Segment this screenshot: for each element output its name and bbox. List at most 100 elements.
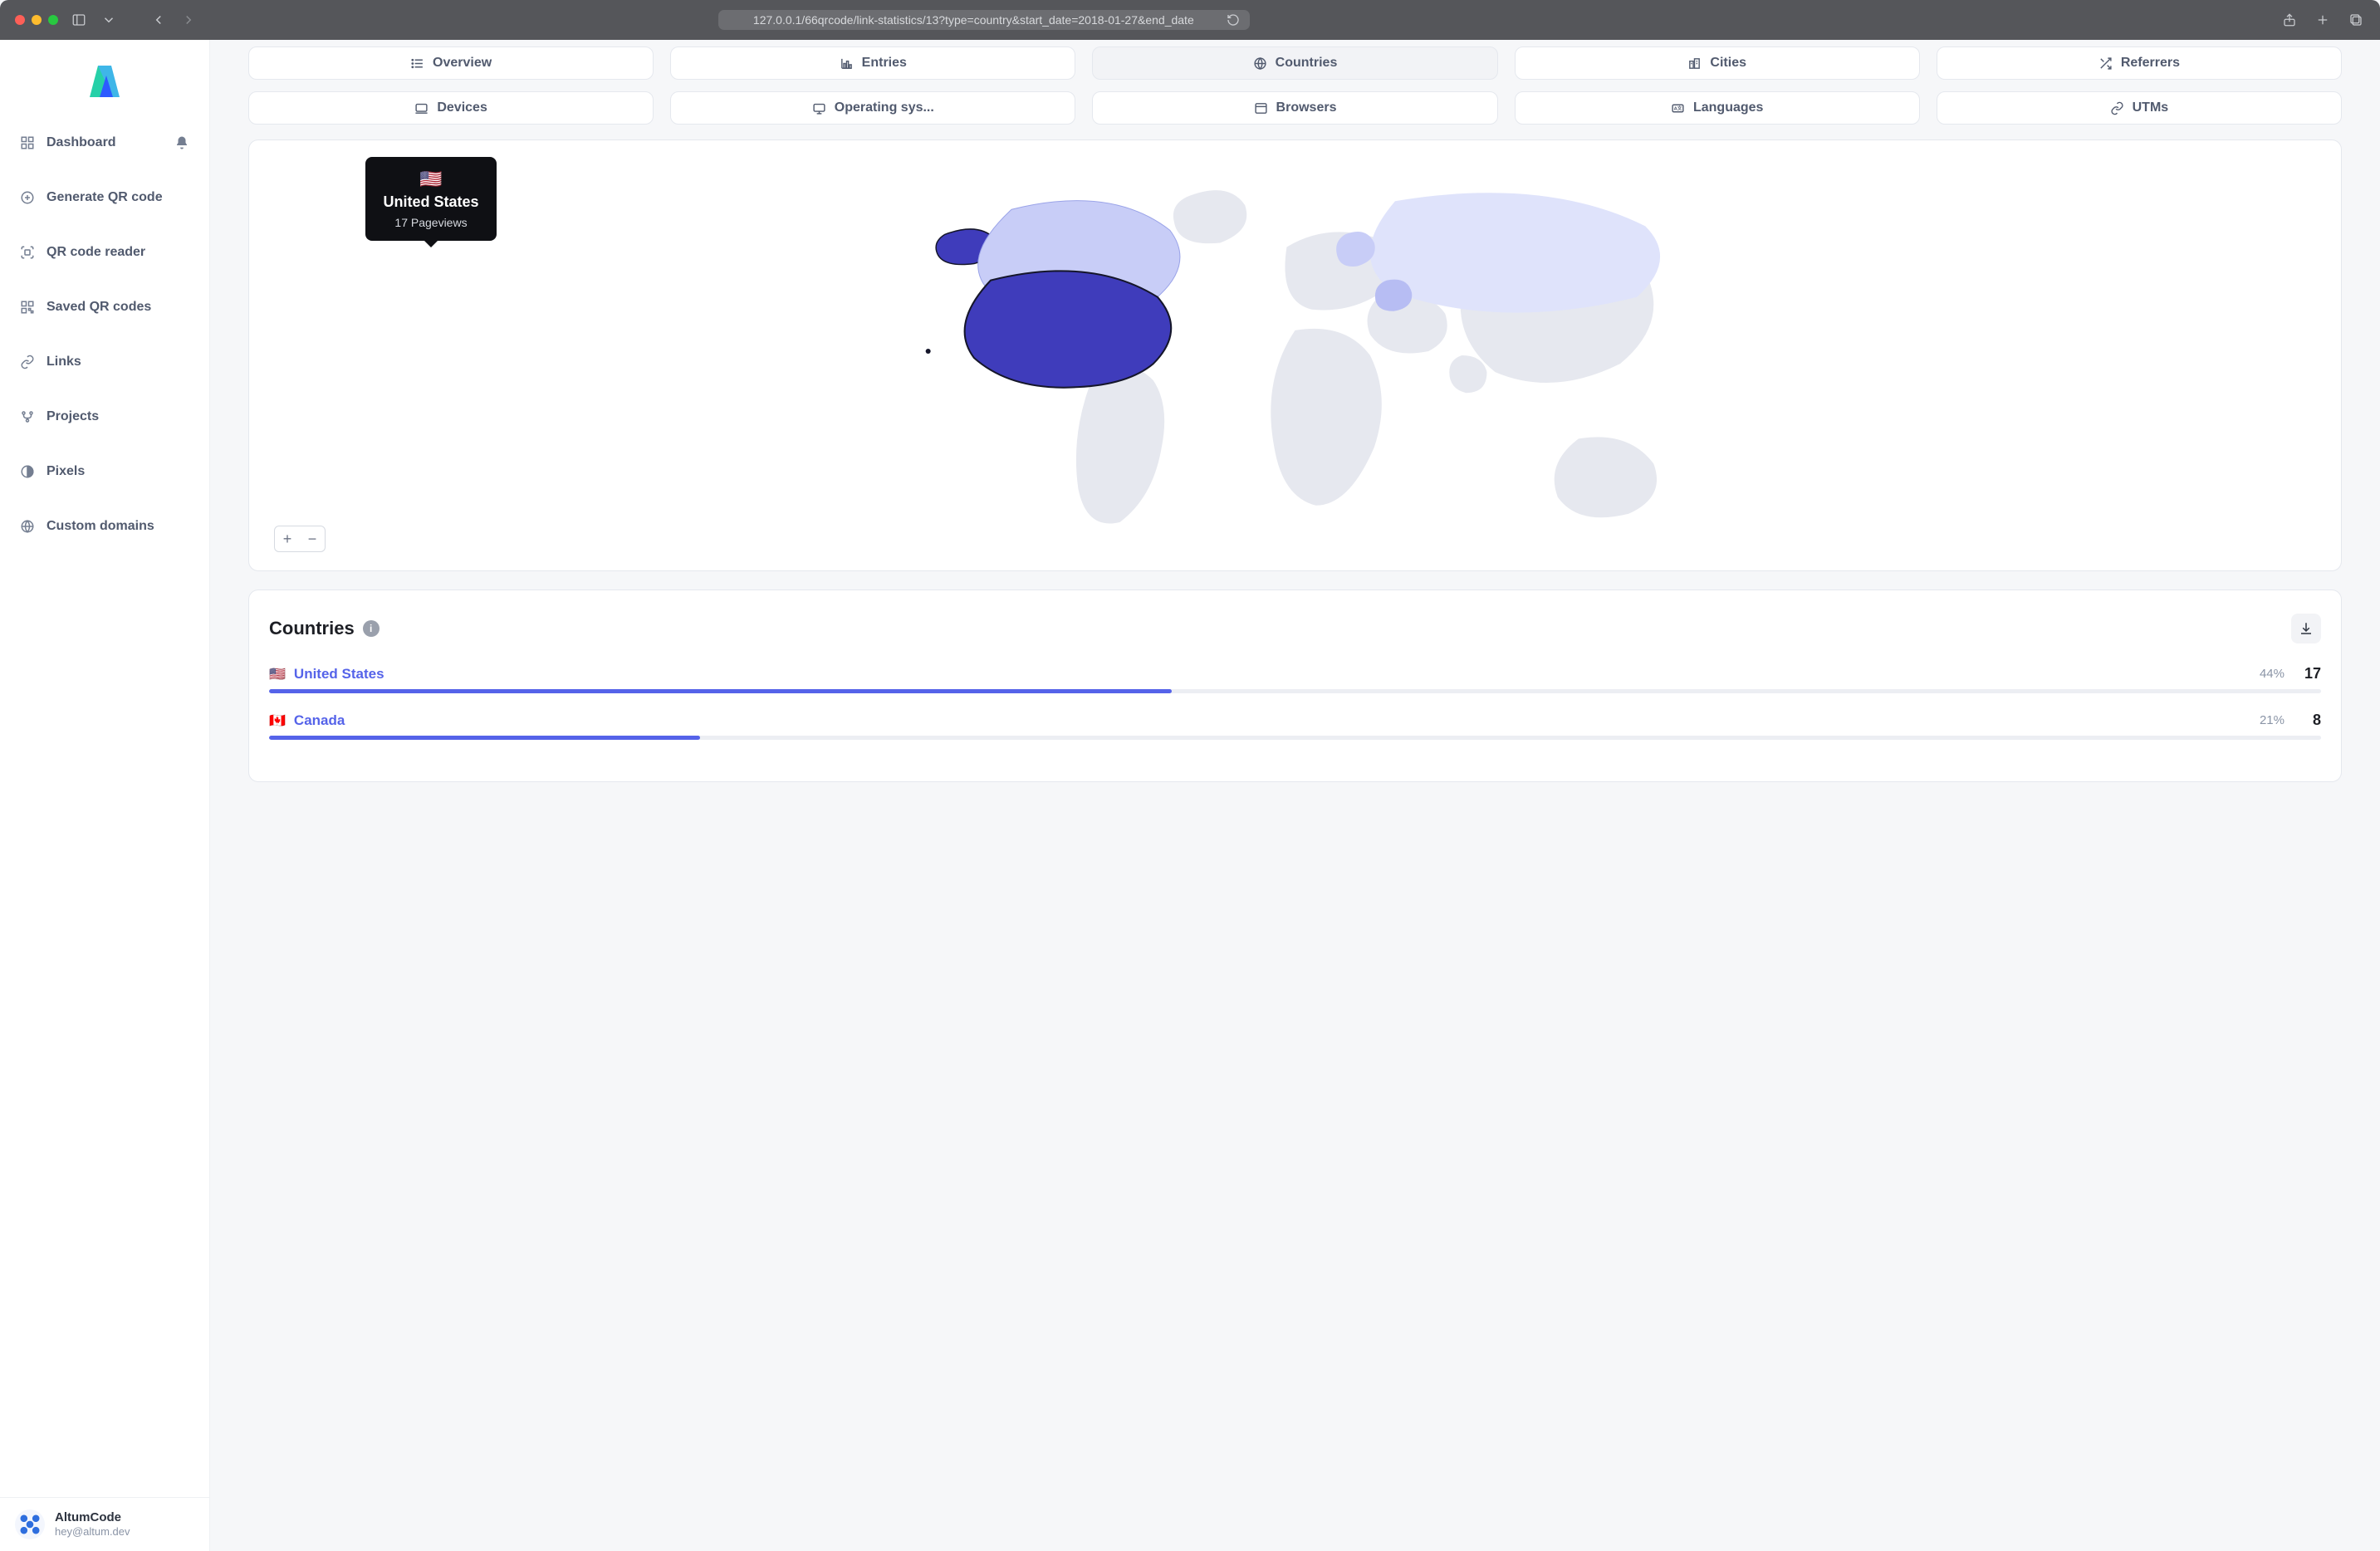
tab-label: Browsers xyxy=(1276,100,1337,115)
account-menu[interactable]: AltumCode hey@altum.dev xyxy=(0,1497,209,1551)
tooltip-pageviews: 17 Pageviews xyxy=(372,216,490,229)
stat-tabs: Overview Entries Countries Cities Referr… xyxy=(210,40,2380,139)
avatar xyxy=(15,1509,45,1539)
new-tab-icon[interactable] xyxy=(2314,11,2332,29)
browser-toolbar: 127.0.0.1/66qrcode/link-statistics/13?ty… xyxy=(0,0,2380,40)
sidebar: Dashboard Generate QR code QR code reade… xyxy=(0,40,210,1551)
globe-icon xyxy=(20,519,35,534)
close-window-button[interactable] xyxy=(15,15,25,25)
branch-icon xyxy=(20,409,35,424)
share-icon[interactable] xyxy=(2280,11,2299,29)
link-icon xyxy=(2110,101,2124,115)
tab-countries[interactable]: Countries xyxy=(1092,46,1497,80)
sidebar-item-qr-reader[interactable]: QR code reader xyxy=(12,232,198,272)
chart-icon xyxy=(840,56,854,71)
sidebar-item-label: Links xyxy=(47,355,81,369)
tooltip-country: United States xyxy=(372,193,490,211)
map-panel: 🇺🇸 United States 17 Pageviews + − xyxy=(248,139,2342,571)
grid-icon xyxy=(20,135,35,150)
sidebar-toggle-icon[interactable] xyxy=(70,11,88,29)
sidebar-item-saved-qr[interactable]: Saved QR codes xyxy=(12,287,198,327)
globe-icon xyxy=(1253,56,1267,71)
country-row: 🇺🇸 United States 44% 17 xyxy=(269,665,2321,693)
qrcode-icon xyxy=(20,300,35,315)
country-link[interactable]: Canada xyxy=(294,712,345,729)
sidebar-item-label: Saved QR codes xyxy=(47,300,151,315)
sidebar-item-domains[interactable]: Custom domains xyxy=(12,506,198,546)
plus-circle-icon xyxy=(20,190,35,205)
tab-overview[interactable]: Overview xyxy=(248,46,654,80)
window-controls xyxy=(15,15,58,25)
zoom-out-button[interactable]: − xyxy=(300,526,325,551)
tab-label: Operating sys... xyxy=(835,100,934,115)
account-email: hey@altum.dev xyxy=(55,1525,130,1539)
tab-label: Countries xyxy=(1276,56,1338,71)
country-row: 🇨🇦 Canada 21% 8 xyxy=(269,712,2321,740)
svg-text:A文: A文 xyxy=(1674,105,1682,111)
world-map[interactable] xyxy=(267,155,2323,555)
minimize-window-button[interactable] xyxy=(32,15,42,25)
sidebar-item-label: Dashboard xyxy=(47,135,116,150)
sidebar-nav: Dashboard Generate QR code QR code reade… xyxy=(0,123,209,1497)
tab-entries[interactable]: Entries xyxy=(670,46,1075,80)
country-pct: 21% xyxy=(2260,713,2285,727)
brand-logo[interactable] xyxy=(0,40,209,123)
tab-overview-icon[interactable] xyxy=(2347,11,2365,29)
chevron-down-icon[interactable] xyxy=(100,11,118,29)
country-link[interactable]: United States xyxy=(294,666,384,683)
browser-icon xyxy=(1254,101,1268,115)
sidebar-item-dashboard[interactable]: Dashboard xyxy=(12,123,198,163)
sidebar-item-label: Custom domains xyxy=(47,519,154,534)
tab-utms[interactable]: UTMs xyxy=(1937,91,2342,125)
sidebar-item-pixels[interactable]: Pixels xyxy=(12,452,198,492)
lang-icon: A文 xyxy=(1671,101,1685,115)
link-icon xyxy=(20,355,35,369)
tab-cities[interactable]: Cities xyxy=(1515,46,1920,80)
back-icon[interactable] xyxy=(149,11,168,29)
fullscreen-window-button[interactable] xyxy=(48,15,58,25)
bell-icon[interactable] xyxy=(174,135,189,150)
map-tooltip: 🇺🇸 United States 17 Pageviews xyxy=(365,157,497,241)
sidebar-item-label: Pixels xyxy=(47,464,85,479)
sidebar-item-label: QR code reader xyxy=(47,245,145,260)
reload-icon[interactable] xyxy=(1227,13,1240,27)
browser-toolbar-right xyxy=(2280,11,2365,29)
url-text: 127.0.0.1/66qrcode/link-statistics/13?ty… xyxy=(728,13,1218,27)
sidebar-item-links[interactable]: Links xyxy=(12,342,198,382)
zoom-in-button[interactable]: + xyxy=(275,526,300,551)
sidebar-item-generate-qr[interactable]: Generate QR code xyxy=(12,178,198,218)
flag-icon: 🇺🇸 xyxy=(269,666,286,683)
tab-os[interactable]: Operating sys... xyxy=(670,91,1075,125)
scan-icon xyxy=(20,245,35,260)
tab-devices[interactable]: Devices xyxy=(248,91,654,125)
country-count: 17 xyxy=(2303,665,2321,683)
list-icon xyxy=(410,56,424,71)
countries-panel: Countries i 🇺🇸 United States 44% 17 xyxy=(248,590,2342,782)
tooltip-flag: 🇺🇸 xyxy=(372,169,490,190)
os-icon xyxy=(812,101,826,115)
tab-label: Devices xyxy=(437,100,487,115)
contrast-icon xyxy=(20,464,35,479)
tab-label: Cities xyxy=(1710,56,1746,71)
shuffle-icon xyxy=(2098,56,2113,71)
tab-label: UTMs xyxy=(2133,100,2169,115)
tab-label: Languages xyxy=(1693,100,1763,115)
zoom-controls: + − xyxy=(274,526,326,552)
tab-label: Entries xyxy=(862,56,907,71)
tab-browsers[interactable]: Browsers xyxy=(1092,91,1497,125)
info-icon[interactable]: i xyxy=(363,620,380,637)
forward-icon[interactable] xyxy=(179,11,198,29)
tab-referrers[interactable]: Referrers xyxy=(1937,46,2342,80)
account-name: AltumCode xyxy=(55,1510,130,1525)
country-bar xyxy=(269,736,2321,740)
main-content: Overview Entries Countries Cities Referr… xyxy=(210,40,2380,1551)
tab-label: Referrers xyxy=(2121,56,2180,71)
country-bar xyxy=(269,689,2321,693)
tab-languages[interactable]: A文 Languages xyxy=(1515,91,1920,125)
download-button[interactable] xyxy=(2291,614,2321,643)
address-bar[interactable]: 127.0.0.1/66qrcode/link-statistics/13?ty… xyxy=(718,10,1250,30)
sidebar-item-projects[interactable]: Projects xyxy=(12,397,198,437)
country-pct: 44% xyxy=(2260,667,2285,681)
sidebar-item-label: Generate QR code xyxy=(47,190,163,205)
device-icon xyxy=(414,101,428,115)
